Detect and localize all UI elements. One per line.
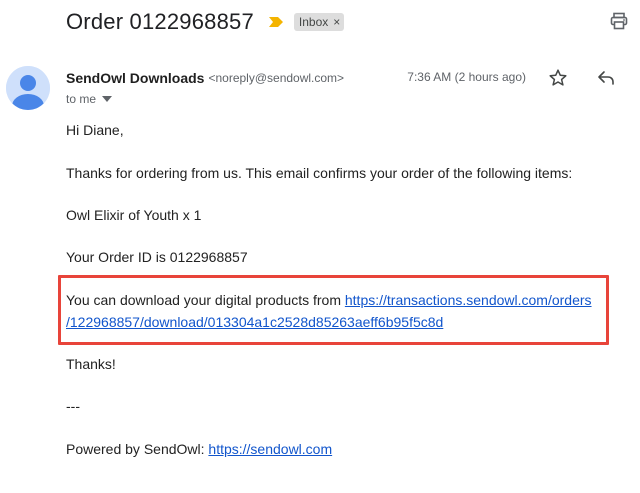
- sendowl-link[interactable]: https://sendowl.com: [208, 441, 332, 457]
- recipient-dropdown[interactable]: to me: [66, 92, 113, 106]
- inbox-label-text: Inbox: [298, 15, 329, 29]
- email-subject: Order 0122968857: [66, 9, 254, 34]
- order-item: Owl Elixir of Youth x 1: [66, 207, 202, 223]
- print-icon[interactable]: [610, 12, 628, 30]
- thanks-text: Thanks!: [66, 356, 116, 372]
- sender-row: SendOwl Downloads <noreply@sendowl.com> …: [66, 68, 628, 88]
- intro-text: Thanks for ordering from us. This email …: [66, 165, 573, 181]
- recipient-text: to me: [66, 92, 97, 106]
- caret-down-icon: [102, 96, 113, 102]
- powered-by-text: Powered by SendOwl:: [66, 441, 209, 457]
- sender-avatar[interactable]: [6, 66, 50, 110]
- email-timestamp: 7:36 AM (2 hours ago): [407, 70, 526, 84]
- powered-by: Powered by SendOwl: https://sendowl.com: [66, 439, 332, 459]
- sender-email: <noreply@sendowl.com>: [208, 71, 345, 85]
- remove-label-button[interactable]: ×: [333, 15, 340, 29]
- avatar-icon: [6, 66, 50, 110]
- greeting: Hi Diane,: [66, 122, 124, 138]
- order-id-text: Your Order ID is 0122968857: [66, 249, 248, 265]
- reply-icon[interactable]: [596, 68, 616, 88]
- separator-text: ---: [66, 398, 80, 414]
- highlight-box: [58, 275, 609, 345]
- importance-marker-icon[interactable]: [268, 16, 284, 28]
- sender-name: SendOwl Downloads: [66, 70, 205, 86]
- inbox-label-chip: Inbox ×: [293, 13, 345, 31]
- subject-row: Order 0122968857 Inbox ×: [66, 6, 628, 38]
- star-icon[interactable]: [548, 68, 568, 88]
